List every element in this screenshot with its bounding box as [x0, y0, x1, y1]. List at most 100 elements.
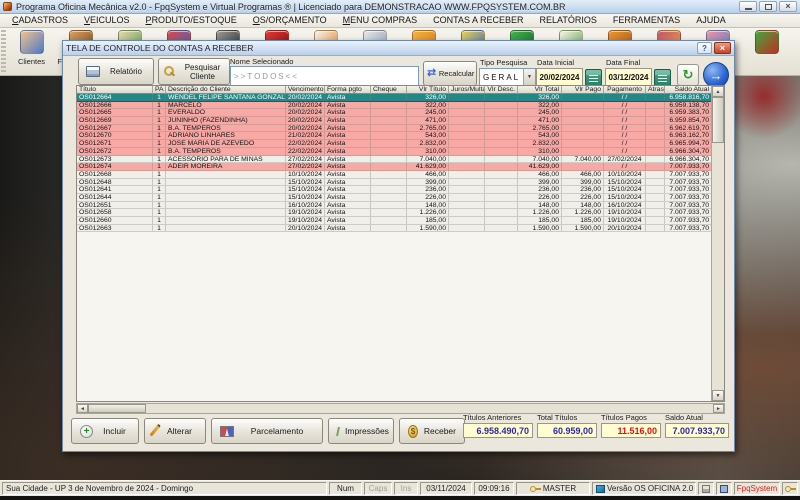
incluir-button[interactable]: +Incluir — [71, 418, 139, 444]
table-cell — [485, 225, 518, 232]
dialog-titlebar[interactable]: TELA DE CONTROLE DO CONTAS A RECEBER ? × — [63, 41, 734, 56]
data-final-input[interactable]: 03/12/2024 — [605, 68, 652, 86]
refresh-button[interactable]: ↻ — [677, 64, 699, 86]
column-header[interactable]: Juros/Multa — [449, 86, 485, 94]
toolbar-item-clientes[interactable]: Clientes — [7, 28, 56, 75]
table-row[interactable]: OS012660119/10/2024Avista185,00185,00185… — [77, 217, 724, 225]
table-row[interactable]: OS0126731ACESSORIO PARA DE MINAS27/02/20… — [77, 156, 724, 164]
toolbar-item-label: Clientes — [18, 57, 45, 66]
nome-selecionado-input[interactable]: >>TODOS<< — [230, 66, 419, 86]
table-row[interactable]: OS0126711JOSE MARIA DE AZEVEDO22/02/2024… — [77, 140, 724, 148]
column-header[interactable]: Descrição do Cliente — [166, 86, 286, 94]
menu-item-produto-estoque[interactable]: PRODUTO/ESTOQUE — [138, 14, 245, 27]
table-cell: 16/10/2024 — [286, 202, 325, 209]
total-value: 60.959,00 — [537, 423, 597, 438]
menu-item-ajuda[interactable]: AJUDA — [688, 14, 734, 27]
table-row[interactable]: OS0126641WENDEL FELIPE SANTANA GONZALVES… — [77, 94, 724, 102]
table-row[interactable]: OS0126721B.A. TEMPEROS22/02/2024Avista31… — [77, 148, 724, 156]
menu-item-veiculos[interactable]: VEICULOS — [76, 14, 138, 27]
scroll-up-arrow[interactable]: ▲ — [712, 86, 724, 97]
parcelamento-button[interactable]: Parcelamento — [211, 418, 323, 444]
table-cell: Avista — [325, 102, 371, 109]
table-cell — [449, 117, 485, 124]
menu-item-os-or-amento[interactable]: OS/ORÇAMENTO — [245, 14, 335, 27]
table-cell — [371, 132, 407, 139]
table-cell — [562, 132, 604, 139]
menu-item-relat-rios[interactable]: RELATÓRIOS — [531, 14, 604, 27]
table-cell: 1 — [153, 186, 166, 193]
table-row[interactable]: OS012641115/10/2024Avista236,00236,00236… — [77, 186, 724, 194]
menu-item-cadastros[interactable]: CADASTROS — [4, 14, 76, 27]
status-monitor[interactable] — [716, 482, 732, 495]
recalcular-button[interactable]: ⇄ Recalcular — [423, 61, 477, 86]
receber-button[interactable]: $Receber — [399, 418, 465, 444]
column-header[interactable]: PA — [153, 86, 166, 94]
horizontal-scroll-thumb[interactable] — [88, 404, 146, 413]
tipo-pesquisa-select[interactable]: GERAL ▼ — [479, 68, 536, 86]
table-row[interactable]: OS012644115/10/2024Avista226,00226,00226… — [77, 194, 724, 202]
column-header[interactable]: Pagamento — [604, 86, 646, 94]
table-row[interactable]: OS0126671B.A. TEMPEROS20/02/2024Avista2.… — [77, 125, 724, 133]
column-header[interactable]: Forma pgto — [325, 86, 371, 94]
column-header[interactable]: Vlr Pago — [562, 86, 604, 94]
table-row[interactable]: OS0126691JUNINHO (FAZENDINHA)20/02/2024A… — [77, 117, 724, 125]
menu-item-contas-a-receber[interactable]: CONTAS A RECEBER — [425, 14, 531, 27]
chevron-down-icon[interactable]: ▼ — [523, 69, 535, 85]
table-cell: OS012672 — [77, 148, 153, 155]
table-row[interactable]: OS0126701ADRIANO LINHARES21/02/2024Avist… — [77, 132, 724, 140]
dialog-close-button[interactable]: × — [714, 42, 731, 54]
table-row[interactable]: OS012663120/10/2024Avista1.590,001.590,0… — [77, 225, 724, 233]
table-cell — [449, 194, 485, 201]
table-cell — [562, 148, 604, 155]
close-button[interactable]: × — [779, 1, 797, 12]
relatorio-button[interactable]: Relatório — [78, 58, 154, 85]
column-header[interactable]: Vlr Total — [518, 86, 562, 94]
table-cell: JUNINHO (FAZENDINHA) — [166, 117, 286, 124]
scroll-down-arrow[interactable]: ▼ — [712, 390, 724, 401]
impressoes-button[interactable]: Impressões — [328, 418, 394, 444]
table-row[interactable]: OS0126741ADEIR MOREIRA27/02/2024Avista41… — [77, 163, 724, 171]
table-row[interactable]: OS012668110/10/2024Avista466,00466,00466… — [77, 171, 724, 179]
table-cell — [485, 209, 518, 216]
table-cell: 236,00 — [407, 186, 449, 193]
column-header[interactable]: Vencimento — [286, 86, 325, 94]
table-row[interactable]: OS0126651EVERALDO20/02/2024Avista245,002… — [77, 109, 724, 117]
scroll-track[interactable] — [146, 404, 713, 413]
minimize-button[interactable] — [739, 1, 757, 12]
table-cell: ACESSORIO PARA DE MINAS — [166, 156, 286, 163]
column-header[interactable]: Título — [77, 86, 153, 94]
table-body: OS0126641WENDEL FELIPE SANTANA GONZALVES… — [77, 94, 724, 232]
table-cell: 6.962.619,70 — [665, 125, 711, 132]
column-header[interactable]: Vlr Desc. — [485, 86, 518, 94]
restore-button[interactable] — [759, 1, 777, 12]
menu-item-ferramentas[interactable]: FERRAMENTAS — [605, 14, 688, 27]
column-header[interactable]: Saldo Atual — [665, 86, 711, 94]
data-inicial-input[interactable]: 20/02/2024 — [536, 68, 583, 86]
toolbar-item-sair[interactable] — [742, 28, 791, 75]
table-row[interactable]: OS0126661MARCELO20/02/2024Avista322,0032… — [77, 102, 724, 110]
table-cell — [646, 202, 665, 209]
column-header[interactable]: Vlr Título — [407, 86, 449, 94]
scroll-right-arrow[interactable]: ► — [713, 404, 724, 413]
toolbar-grip-handle[interactable] — [1, 30, 6, 74]
dialog-help-button[interactable]: ? — [697, 42, 712, 54]
table-cell: Avista — [325, 94, 371, 101]
table-cell: 20/02/2024 — [286, 125, 325, 132]
status-printer[interactable] — [698, 482, 714, 495]
alterar-button[interactable]: Alterar — [144, 418, 206, 444]
vertical-scrollbar[interactable]: ▲ ▼ — [711, 86, 724, 401]
table-cell: 7.007.933,70 — [665, 202, 711, 209]
vertical-scroll-thumb[interactable] — [712, 97, 724, 143]
data-inicial-calendar-button[interactable] — [585, 69, 602, 86]
table-row[interactable]: OS012658119/10/2024Avista1.226,001.226,0… — [77, 209, 724, 217]
table-cell: 322,00 — [407, 102, 449, 109]
column-header[interactable]: Cheque — [371, 86, 407, 94]
menu-item-menu-compras[interactable]: MENU COMPRAS — [335, 14, 426, 27]
table-row[interactable]: OS012651116/10/2024Avista148,00148,00148… — [77, 202, 724, 210]
scroll-left-arrow[interactable]: ◄ — [77, 404, 88, 413]
data-final-calendar-button[interactable] — [654, 69, 671, 86]
table-cell: 19/10/2024 — [286, 217, 325, 224]
pesquisar-cliente-button[interactable]: Pesquisar Cliente — [158, 58, 230, 85]
column-header[interactable]: Atraso — [646, 86, 665, 94]
table-row[interactable]: OS012648115/10/2024Avista399,00399,00399… — [77, 179, 724, 187]
